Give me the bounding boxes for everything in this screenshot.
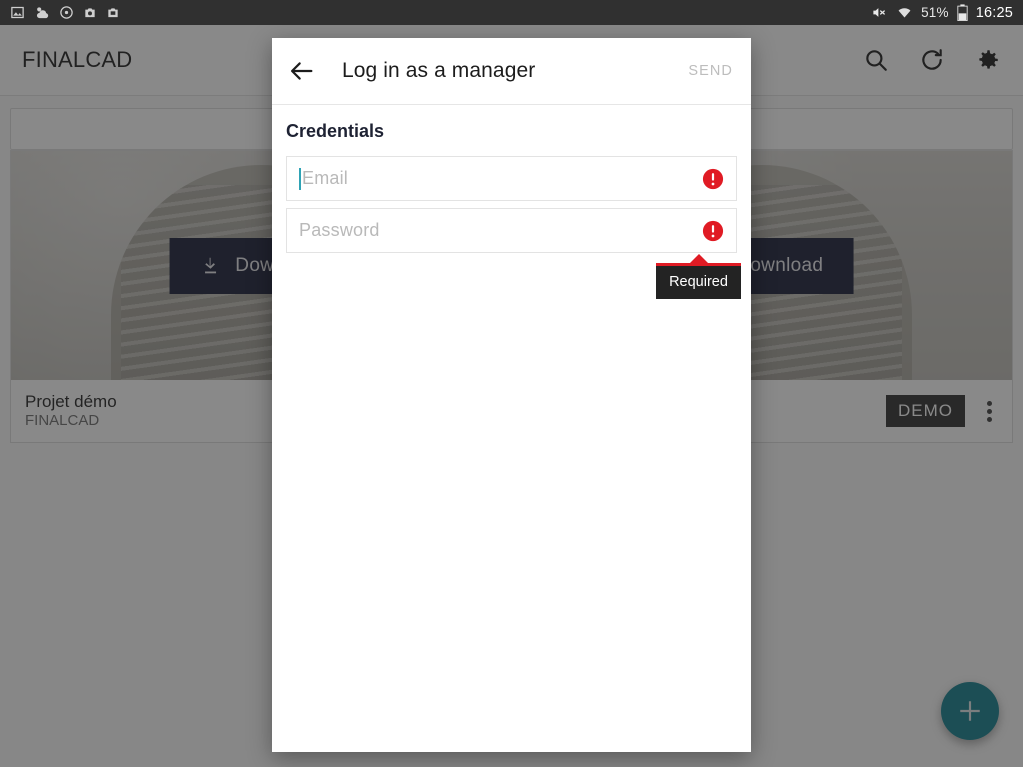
dialog-body: Credentials Email Password Required: [272, 105, 751, 752]
notification-icons: [10, 5, 120, 20]
alarm-icon: [60, 6, 73, 19]
email-field[interactable]: Email: [286, 156, 737, 201]
section-title: Credentials: [286, 121, 385, 141]
battery-icon: [957, 4, 968, 21]
error-circle-icon[interactable]: [702, 220, 724, 242]
email-field-placeholder: Email: [302, 168, 349, 188]
send-button[interactable]: SEND: [688, 63, 733, 79]
status-bar: 51% 16:25: [0, 0, 1023, 25]
tooltip-text: Required: [656, 263, 741, 299]
text-caret: [299, 167, 301, 190]
camera-icon: [108, 8, 118, 18]
password-field-placeholder: Password: [299, 220, 380, 240]
weather-icon: [36, 7, 49, 19]
login-dialog: Log in as a manager SEND Credentials Ema…: [272, 38, 751, 752]
wifi-icon: [898, 8, 911, 18]
error-circle-icon[interactable]: [702, 168, 724, 190]
screen: FINALCAD: [0, 0, 1023, 767]
dialog-title: Log in as a manager: [342, 59, 536, 82]
battery-percent: 51%: [921, 5, 949, 20]
validation-tooltip: Required: [656, 254, 741, 299]
dialog-header: Log in as a manager SEND: [272, 38, 751, 105]
volume-muted-icon: [873, 8, 886, 17]
password-field[interactable]: Password: [286, 208, 737, 253]
status-bar-right: 51% 16:25: [870, 4, 1013, 21]
clock: 16:25: [975, 4, 1013, 21]
image-icon: [11, 6, 24, 19]
camera-upload-icon: [85, 8, 95, 18]
arrow-left-icon[interactable]: [288, 57, 316, 85]
tooltip-arrow: [689, 254, 708, 263]
